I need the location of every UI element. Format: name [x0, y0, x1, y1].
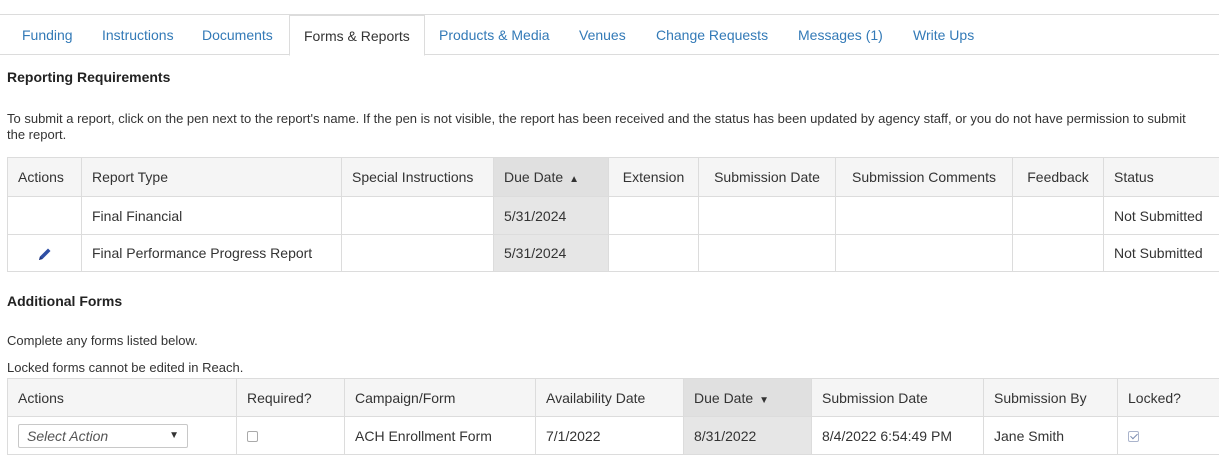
sort-desc-icon: ▼ [759, 394, 770, 406]
cell-status: Not Submitted [1103, 234, 1219, 272]
col-due-date[interactable]: Due Date ▲ [493, 157, 609, 197]
reporting-description: To submit a report, click on the pen nex… [7, 111, 1186, 142]
col-campaign-form[interactable]: Campaign/Form [344, 378, 536, 417]
select-action-dropdown[interactable]: Select Action ▼ [18, 423, 188, 448]
col-required[interactable]: Required? [236, 378, 345, 417]
col-due-date-label: Due Date [694, 389, 754, 406]
cell-extension [608, 196, 699, 235]
col-submission-date[interactable]: Submission Date [811, 378, 984, 417]
cell-required [236, 416, 345, 455]
reporting-table: Actions Report Type Special Instructions… [7, 157, 1219, 272]
col-due-date-label: Due Date [504, 169, 564, 185]
cell-submission-date [698, 196, 836, 235]
row-actions [7, 234, 82, 272]
cell-submission-date: 8/4/2022 6:54:49 PM [811, 416, 984, 455]
cell-special-instructions [341, 196, 494, 235]
col-extension[interactable]: Extension [608, 157, 699, 197]
select-action-value: Select Action [27, 427, 109, 444]
cell-submission-date [698, 234, 836, 272]
additional-line-1: Complete any forms listed below. [7, 333, 198, 348]
col-locked[interactable]: Locked? [1117, 378, 1219, 417]
tab-funding[interactable]: Funding [22, 15, 73, 55]
table-row: Final Performance Progress Report 5/31/2… [7, 234, 1219, 272]
required-checkbox [247, 431, 258, 443]
table-row: Final Financial 5/31/2024 Not Submitted [7, 196, 1219, 235]
tab-change-requests[interactable]: Change Requests [656, 15, 768, 55]
cell-campaign-form: ACH Enrollment Form [344, 416, 536, 455]
reporting-requirements-title: Reporting Requirements [7, 69, 171, 85]
cell-status: Not Submitted [1103, 196, 1219, 235]
table-row: Select Action ▼ ACH Enrollment Form 7/1/… [7, 416, 1219, 455]
cell-submission-by: Jane Smith [983, 416, 1118, 455]
col-due-date[interactable]: Due Date ▼ [683, 378, 812, 417]
tab-venues[interactable]: Venues [579, 15, 626, 55]
cell-report-type: Final Financial [81, 196, 342, 235]
col-status[interactable]: Status [1103, 157, 1219, 197]
top-bar [0, 0, 1219, 15]
additional-forms-table: Actions Required? Campaign/Form Availabi… [7, 378, 1219, 455]
col-submission-date[interactable]: Submission Date [698, 157, 836, 197]
cell-report-type: Final Performance Progress Report [81, 234, 342, 272]
row-actions [7, 196, 82, 235]
tab-documents[interactable]: Documents [202, 15, 273, 55]
col-submission-comments[interactable]: Submission Comments [835, 157, 1013, 197]
tab-messages[interactable]: Messages (1) [798, 15, 883, 55]
col-special-instructions[interactable]: Special Instructions [341, 157, 494, 197]
cell-due-date: 5/31/2024 [493, 234, 609, 272]
cell-special-instructions [341, 234, 494, 272]
cell-due-date: 8/31/2022 [683, 416, 812, 455]
cell-feedback [1012, 234, 1104, 272]
edit-pen-icon[interactable] [37, 246, 53, 262]
tab-instructions[interactable]: Instructions [102, 15, 174, 55]
col-actions: Actions [7, 378, 237, 417]
tab-write-ups[interactable]: Write Ups [913, 15, 974, 55]
col-actions: Actions [7, 157, 82, 197]
tab-forms-reports[interactable]: Forms & Reports [289, 15, 425, 56]
row-actions: Select Action ▼ [7, 416, 237, 455]
cell-feedback [1012, 196, 1104, 235]
cell-submission-comments [835, 196, 1013, 235]
cell-availability-date: 7/1/2022 [535, 416, 684, 455]
additional-forms-title: Additional Forms [7, 293, 123, 309]
cell-extension [608, 234, 699, 272]
col-feedback[interactable]: Feedback [1012, 157, 1104, 197]
tab-bar: Funding Instructions Documents Forms & R… [0, 15, 1219, 56]
col-report-type[interactable]: Report Type [81, 157, 342, 197]
tab-products-media[interactable]: Products & Media [439, 15, 550, 55]
cell-submission-comments [835, 234, 1013, 272]
chevron-down-icon: ▼ [169, 429, 179, 441]
cell-locked [1117, 416, 1219, 455]
reporting-header-row: Actions Report Type Special Instructions… [7, 157, 1219, 197]
cell-due-date: 5/31/2024 [493, 196, 609, 235]
sort-asc-icon: ▲ [569, 174, 580, 185]
locked-checkbox [1128, 431, 1139, 443]
col-submission-by[interactable]: Submission By [983, 378, 1118, 417]
additional-line-2: Locked forms cannot be edited in Reach. [7, 360, 244, 375]
col-availability-date[interactable]: Availability Date [535, 378, 684, 417]
additional-header-row: Actions Required? Campaign/Form Availabi… [7, 378, 1219, 417]
